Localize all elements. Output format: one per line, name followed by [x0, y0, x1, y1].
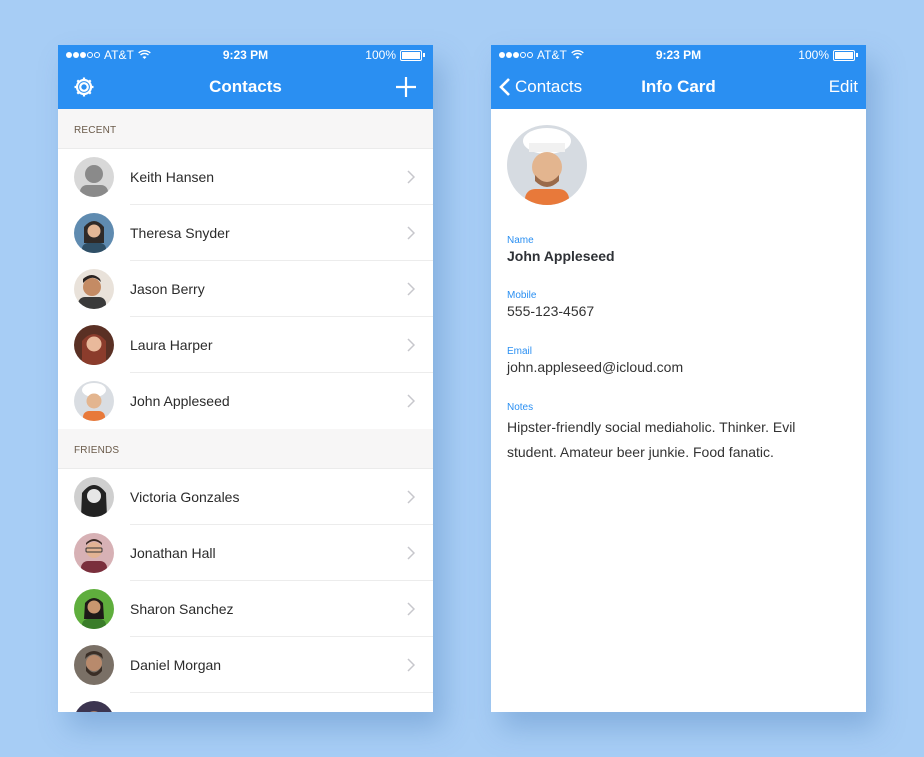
- contact-row[interactable]: Victoria Gonzales: [58, 469, 433, 525]
- chevron-right-icon: [407, 394, 415, 408]
- avatar: [74, 157, 114, 197]
- notes-value: Hipster-friendly social mediaholic. Thin…: [507, 419, 796, 460]
- contact-name: Daniel Morgan: [130, 657, 222, 673]
- avatar: [74, 589, 114, 629]
- contact-row[interactable]: Jason Berry: [58, 261, 433, 317]
- avatar: [74, 325, 114, 365]
- mobile-field: Mobile 555-123-4567: [507, 290, 850, 319]
- battery-icon: [400, 49, 422, 61]
- contact-name: Laura Harper: [130, 337, 213, 353]
- contact-name: Keith Hansen: [130, 169, 215, 185]
- battery-percent: 100%: [365, 48, 396, 62]
- section-header-recent: RECENT: [58, 109, 433, 149]
- avatar: [74, 381, 114, 421]
- email-field: Email john.appleseed@icloud.com: [507, 346, 850, 375]
- avatar: [74, 477, 114, 517]
- contacts-list: RECENT Keith Hansen Theresa Snyder Jason…: [58, 109, 433, 712]
- contact-row[interactable]: Keith Hansen: [58, 149, 433, 205]
- contact-name: Jonathan Hall: [130, 545, 216, 561]
- battery-indicator: 100%: [365, 48, 425, 62]
- avatar: [74, 213, 114, 253]
- contact-name: John Appleseed: [130, 393, 230, 409]
- contact-name: Sharon Sanchez: [130, 601, 234, 617]
- navigation-bar: Contacts Info Card Edit: [491, 65, 866, 109]
- contact-row[interactable]: Laura Harper: [58, 317, 433, 373]
- contact-row[interactable]: Jonathan Hall: [58, 525, 433, 581]
- mobile-value[interactable]: 555-123-4567: [507, 303, 850, 319]
- chevron-right-icon: [407, 170, 415, 184]
- plus-icon[interactable]: [393, 74, 419, 100]
- avatar: [74, 645, 114, 685]
- avatar: [507, 125, 587, 205]
- edit-button[interactable]: Edit: [829, 65, 858, 109]
- notes-label: Notes: [507, 402, 534, 413]
- mobile-label: Mobile: [507, 290, 537, 301]
- contact-name: Theresa Snyder: [130, 225, 230, 241]
- email-value[interactable]: john.appleseed@icloud.com: [507, 359, 850, 375]
- contact-row[interactable]: Daniel Morgan: [58, 637, 433, 693]
- battery-indicator: 100%: [798, 48, 858, 62]
- chevron-right-icon: [407, 602, 415, 616]
- chevron-right-icon: [407, 338, 415, 352]
- battery-icon: [833, 49, 855, 61]
- battery-percent: 100%: [798, 48, 829, 62]
- section-header-friends: FRIENDS: [58, 429, 433, 469]
- info-card: Name John Appleseed Mobile 555-123-4567 …: [491, 109, 866, 712]
- contact-row[interactable]: [58, 693, 433, 712]
- contact-name: Jason Berry: [130, 281, 205, 297]
- name-label: Name: [507, 235, 534, 246]
- status-bar: AT&T 9:23 PM 100%: [491, 45, 866, 65]
- name-field: Name John Appleseed: [507, 235, 850, 264]
- status-bar: AT&T 9:23 PM 100%: [58, 45, 433, 65]
- name-value: John Appleseed: [507, 248, 615, 264]
- contact-name: Victoria Gonzales: [130, 489, 240, 505]
- chevron-right-icon: [407, 282, 415, 296]
- contact-row[interactable]: Theresa Snyder: [58, 205, 433, 261]
- chevron-right-icon: [407, 490, 415, 504]
- chevron-right-icon: [407, 226, 415, 240]
- contact-row[interactable]: Sharon Sanchez: [58, 581, 433, 637]
- notes-field: Notes Hipster-friendly social mediaholic…: [507, 402, 816, 465]
- page-title: Contacts: [209, 77, 282, 96]
- navigation-bar: Contacts: [58, 65, 433, 109]
- avatar: [74, 533, 114, 573]
- chevron-right-icon: [407, 658, 415, 672]
- contact-row[interactable]: John Appleseed: [58, 373, 433, 429]
- contacts-screen: AT&T 9:23 PM 100% Contacts RECENT Keith …: [58, 45, 433, 712]
- info-card-screen: AT&T 9:23 PM 100% Contacts Info Card Edi…: [491, 45, 866, 712]
- page-title: Info Card: [641, 77, 716, 96]
- avatar: [74, 269, 114, 309]
- chevron-right-icon: [407, 546, 415, 560]
- email-label: Email: [507, 346, 533, 357]
- avatar: [74, 701, 114, 712]
